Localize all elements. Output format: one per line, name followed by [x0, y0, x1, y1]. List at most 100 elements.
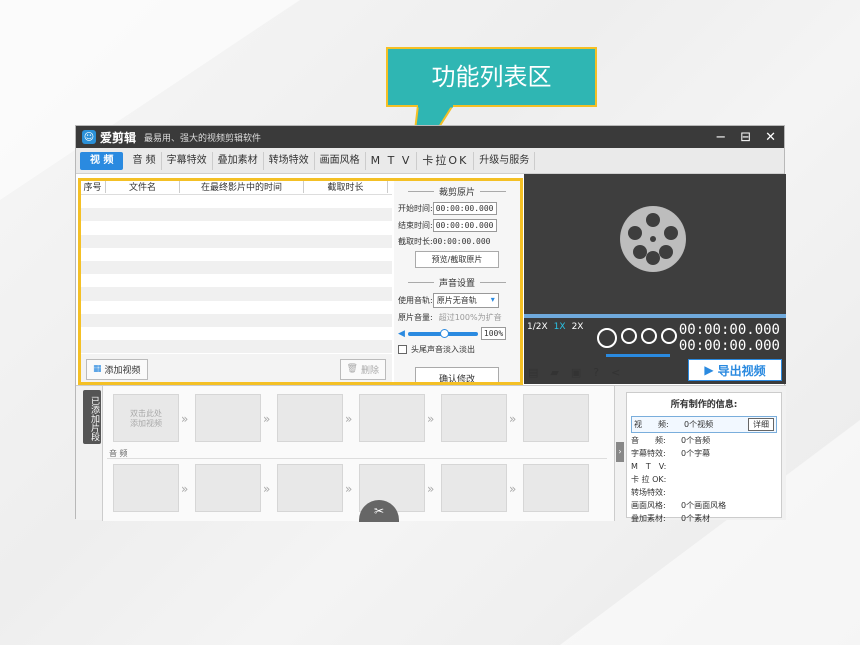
info-key: M T V: [631, 462, 667, 471]
start-time-input[interactable]: 00:00:00.000 [432, 202, 497, 215]
new-project-icon[interactable]: ▤ [528, 366, 538, 379]
minimize-button[interactable]: − [715, 130, 726, 145]
list-row [80, 221, 392, 234]
crop-panel: 裁剪原片 开始时间: 00:00:00.000 结束时间: 00:00:00.0… [394, 178, 520, 390]
tab-style[interactable]: 画面风格 [315, 151, 366, 170]
export-label: 导出视频 [717, 363, 766, 378]
tab-upgrade[interactable]: 升级与服务 [474, 151, 536, 170]
list-row [80, 340, 392, 354]
tab-karaoke[interactable]: 卡拉OK [417, 151, 475, 170]
list-row [80, 313, 392, 327]
tab-subtitle[interactable]: 字幕特效 [162, 151, 213, 170]
callout-label: 功能列表区 [386, 47, 597, 107]
audio-slot[interactable] [523, 464, 589, 512]
chevron-right-icon: » [345, 412, 353, 426]
share-icon[interactable]: < [611, 366, 620, 379]
volume-slider-handle[interactable] [439, 328, 449, 338]
col-index[interactable]: 序号 [80, 179, 106, 193]
title-bar: ☺ 爱剪辑 最易用、强大的视频剪辑软件 − ⊟ ✕ [76, 126, 784, 148]
maximize-button[interactable]: ⊟ [740, 130, 751, 145]
delete-button[interactable]: 🗑 删除 [339, 358, 386, 380]
app-logo-icon: ☺ [82, 130, 96, 144]
prev-frame-icon[interactable] [641, 328, 657, 344]
chevron-right-icon: » [181, 412, 189, 426]
export-video-button[interactable]: ▶ 导出视频 [688, 359, 782, 381]
list-row [80, 287, 392, 301]
tab-audio[interactable]: 音 频 [127, 151, 162, 170]
film-add-icon: ▦ [93, 364, 102, 374]
stop-icon[interactable] [621, 328, 637, 344]
col-position[interactable]: 在最终影片中的时间 [180, 179, 304, 193]
info-value: 0个字幕 [681, 449, 711, 458]
app-name: 爱剪辑 [100, 130, 137, 145]
detail-button[interactable]: 详细 [748, 418, 774, 431]
speed-2x[interactable]: 2X [572, 322, 584, 332]
open-folder-icon[interactable]: ▰ [550, 366, 558, 379]
audio-slot[interactable] [277, 464, 343, 512]
volume-hint: 超过100%为扩音 [438, 313, 502, 322]
col-duration[interactable]: 截取时长 [304, 179, 388, 193]
fade-checkbox[interactable] [398, 345, 407, 354]
speed-half[interactable]: 1/2X [527, 322, 548, 332]
list-row [80, 195, 392, 208]
play-icon[interactable] [597, 328, 617, 348]
seek-bar[interactable] [524, 314, 786, 318]
trash-icon: 🗑 [346, 364, 358, 374]
end-time-input[interactable]: 00:00:00.000 [432, 219, 497, 232]
total-time: 00:00:00.000 [678, 338, 780, 354]
col-filename[interactable]: 文件名 [106, 179, 180, 193]
clip-slot[interactable] [523, 394, 589, 442]
fade-label: 头尾声音淡入淡出 [411, 345, 475, 354]
tab-video[interactable]: 视 频 [80, 151, 124, 170]
chevron-right-icon: » [345, 482, 353, 496]
chevron-right-icon: » [263, 412, 271, 426]
track-label: 使用音轨: [398, 296, 433, 305]
close-button[interactable]: ✕ [765, 130, 776, 145]
clip-slot[interactable]: 双击此处 添加视频 [113, 394, 179, 442]
list-row [80, 260, 392, 275]
clip-slot[interactable] [441, 394, 507, 442]
info-value: 0个视频 [684, 420, 714, 429]
clip-slot[interactable] [195, 394, 261, 442]
audio-slot[interactable] [113, 464, 179, 512]
add-video-button[interactable]: ▦ 添加视频 [86, 358, 148, 380]
help-icon[interactable]: ? [593, 366, 599, 379]
tab-mtv[interactable]: M T V [366, 151, 418, 170]
start-time-label: 开始时间: [398, 204, 433, 213]
track-select[interactable]: 原片无音轨 ▾ [432, 293, 499, 308]
film-reel-icon [620, 206, 686, 272]
list-body[interactable] [80, 195, 392, 354]
tab-overlay[interactable]: 叠加素材 [213, 151, 264, 170]
chevron-right-icon[interactable]: › [616, 442, 624, 462]
delete-label: 删除 [360, 365, 379, 376]
list-row [80, 234, 392, 248]
crop-section-title: 裁剪原片 [398, 185, 516, 198]
info-key: 视 频: [634, 420, 669, 429]
info-row: 转场特效: [631, 487, 777, 498]
list-row [80, 301, 392, 314]
duration-value: 00:00:00.000 [432, 237, 491, 246]
volume-value[interactable]: 100% [480, 327, 507, 340]
player-volume-slider[interactable] [606, 354, 670, 357]
tab-transition[interactable]: 转场特效 [264, 151, 315, 170]
info-row: M T V: [631, 461, 777, 472]
volume-slider[interactable] [407, 328, 478, 338]
chevron-right-icon: » [263, 482, 271, 496]
clip-slot[interactable] [359, 394, 425, 442]
save-icon[interactable]: ▣ [571, 366, 581, 379]
info-row: 字幕特效: 0个字幕 [631, 448, 777, 459]
audio-slot[interactable] [195, 464, 261, 512]
app-slogan: 最易用、强大的视频剪辑软件 [144, 133, 262, 144]
main-tabs: 视 频 音 频 字幕特效 叠加素材 转场特效 画面风格 M T V 卡拉OK 升… [76, 148, 784, 174]
info-title: 所有制作的信息: [670, 400, 738, 410]
audio-slot[interactable] [441, 464, 507, 512]
speed-1x[interactable]: 1X [554, 322, 566, 332]
next-frame-icon[interactable] [661, 328, 677, 344]
preview-screen [524, 174, 786, 314]
end-time-label: 结束时间: [398, 221, 433, 230]
preview-crop-button[interactable]: 预览/截取原片 [415, 251, 499, 268]
info-value: 0个音频 [681, 436, 711, 445]
clip-slot[interactable] [277, 394, 343, 442]
clip-tracks[interactable]: 双击此处 添加视频 » » » » » 音 频 » » » » » ✂ [102, 386, 615, 522]
video-list-panel: 序号 文件名 在最终影片中的时间 截取时长 ▦ 添加视频 🗑 删除 [80, 178, 392, 384]
